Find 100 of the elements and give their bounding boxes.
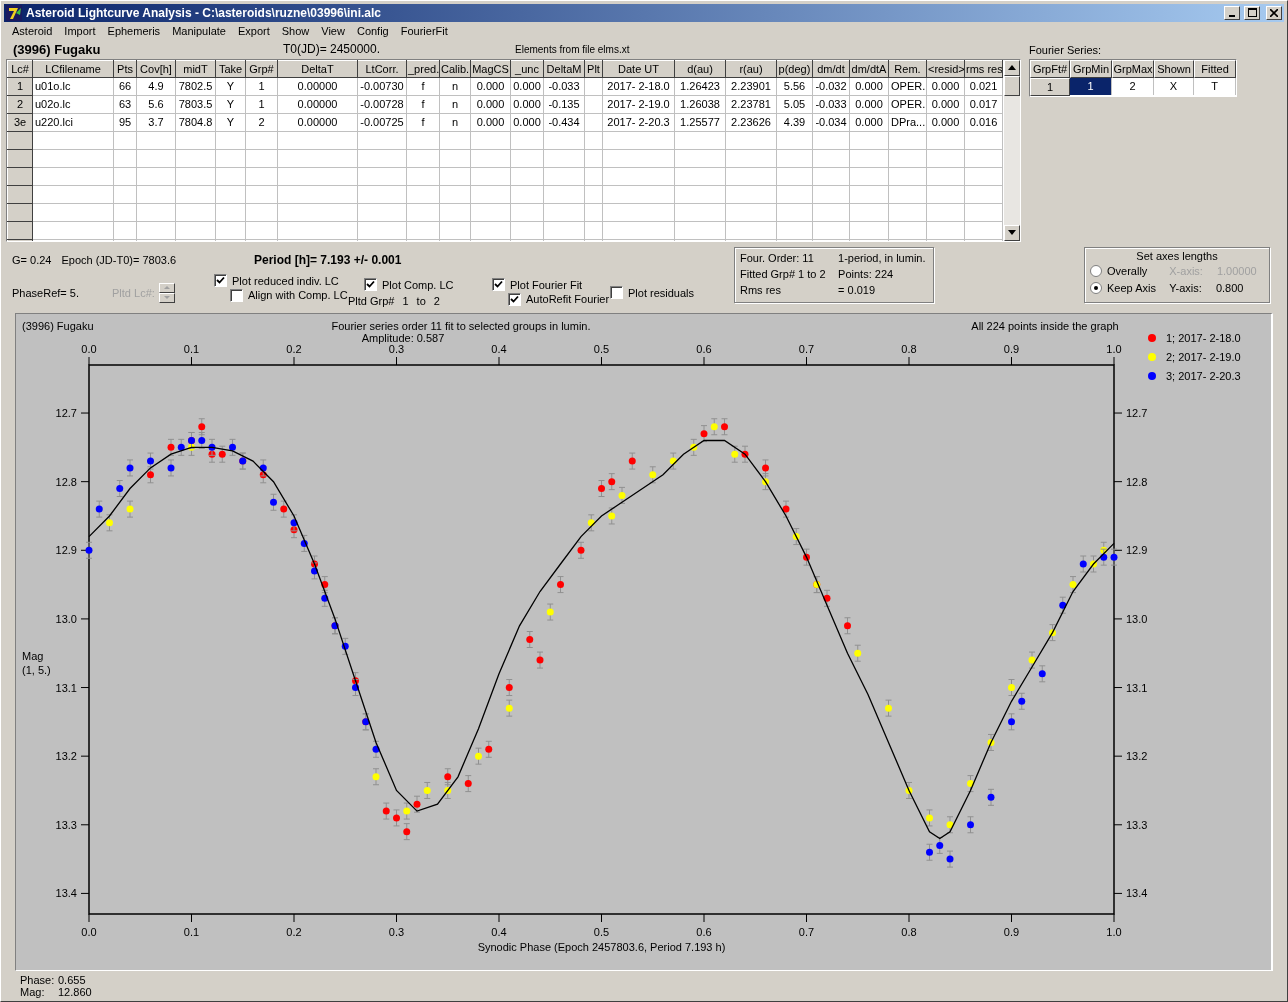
- tick-label: 13.3: [1126, 818, 1148, 831]
- tick-label: 0.8: [901, 925, 917, 938]
- phase-ref: PhaseRef= 5.: [12, 286, 80, 299]
- checkbox-label: Align with Comp. LC: [248, 289, 348, 301]
- tick-label: 13.3: [55, 818, 77, 831]
- tick-label: 13.1: [55, 681, 77, 694]
- table-cell: -0.033: [812, 95, 850, 113]
- tick-label: 13.1: [1126, 681, 1148, 694]
- table-cell: -0.434: [543, 113, 585, 131]
- table-cell: 0.000: [849, 113, 889, 131]
- fit-info-text: Rms res: [740, 282, 782, 298]
- fit-info-text: Points: 224: [838, 266, 895, 282]
- table-cell: -0.032: [812, 77, 850, 95]
- table-cell: 7804.8: [175, 113, 216, 131]
- table-cell: 66: [113, 77, 137, 95]
- pltd-grp-to-label: to: [416, 294, 426, 307]
- tick-label: 0.3: [388, 342, 405, 355]
- table-cell: 2017- 2-19.0: [602, 95, 675, 113]
- tick-label: 0.2: [286, 342, 302, 355]
- tick-label: 12.7: [1126, 406, 1148, 419]
- table-cell: 2017- 2-20.3: [602, 113, 675, 131]
- tick-label: 12.9: [1126, 543, 1148, 556]
- object-title: (3996) Fugaku: [13, 41, 102, 57]
- checkbox-label: Plot reduced indiv. LC: [232, 274, 339, 287]
- table-cell: 2.23901: [725, 77, 777, 95]
- tick-label: 12.9: [55, 543, 77, 556]
- object-name: (3996) Fugaku: [22, 319, 94, 332]
- table-cell: 7802.5: [175, 77, 216, 95]
- fit-info-text: 1-period, in lumin.: [838, 250, 927, 266]
- y-axis-note: (1, 5.): [22, 663, 51, 676]
- tick-label: 12.7: [55, 406, 77, 419]
- table-cell: 0.000: [849, 95, 889, 113]
- points-note: All 224 points inside the graph: [971, 319, 1119, 332]
- table-cell: u01o.lc: [32, 77, 114, 95]
- tick-label: 0.5: [593, 342, 610, 355]
- tick-label: 12.8: [55, 475, 77, 488]
- tick-label: 1.0: [1106, 925, 1122, 938]
- table-cell: u220.lci: [32, 113, 114, 131]
- table-cell: OPER.: [888, 95, 927, 113]
- table-cell: OPER.: [888, 77, 927, 95]
- table-cell: 0.000: [926, 113, 965, 131]
- tick-label: 13.4: [1126, 886, 1148, 899]
- radio-label: Keep Axis: [1107, 281, 1156, 294]
- tick-label: 1.0: [1106, 342, 1122, 355]
- tick-label: 0.4: [491, 342, 507, 355]
- table-cell: 5.6: [136, 95, 176, 113]
- fit-info-text: = 0.019: [838, 282, 877, 298]
- fit-info-text: Fitted Grp# 1 to 2: [740, 266, 827, 282]
- table-cell: n: [439, 95, 471, 113]
- table-cell: 63: [113, 95, 137, 113]
- table-cell: 1.25577: [674, 113, 726, 131]
- table-cell: 1.26423: [674, 77, 726, 95]
- table-cell: n: [439, 113, 471, 131]
- tick-label: 0.8: [901, 342, 917, 355]
- table-cell: 2.23626: [725, 113, 777, 131]
- tick-label: 0.1: [183, 925, 200, 938]
- table-cell: 0.021: [964, 77, 1003, 95]
- table-cell: 3.7: [136, 113, 176, 131]
- table-cell: f: [406, 77, 440, 95]
- table-cell: 0.000: [510, 95, 544, 113]
- checkbox-label: Plot Comp. LC: [382, 278, 454, 291]
- window-title: Asteroid Lightcurve Analysis - C:\asteroids\ruzne\03996\ini.alc: [26, 5, 382, 20]
- status-value: 12.860: [58, 986, 93, 998]
- table-cell: 0.00000: [277, 77, 358, 95]
- table-cell: 0.000: [470, 77, 511, 95]
- table-cell: 1.26038: [674, 95, 726, 113]
- period-value: Period [h]= 7.193 +/- 0.001: [254, 252, 402, 267]
- table-cell: DPra...: [888, 113, 927, 131]
- tick-label: 0.2: [286, 925, 302, 938]
- table-cell: -0.00728: [357, 95, 407, 113]
- tick-label: 0.7: [798, 925, 815, 938]
- status-value: 0.655: [58, 974, 87, 986]
- table-cell: 0.000: [470, 113, 511, 131]
- elements-source: Elements from file elms.xt: [515, 43, 630, 55]
- tick-label: 0.5: [593, 925, 610, 938]
- pltd-grp-label: Pltd Grp#: [348, 294, 395, 307]
- table-cell: 2017- 2-18.0: [602, 77, 675, 95]
- y-axis-label: Y-axis:: [1169, 281, 1202, 294]
- tick-label: 13.0: [1126, 612, 1148, 625]
- tick-label: 0.0: [81, 925, 97, 938]
- table-cell: 95: [113, 113, 137, 131]
- tick-label: 0.9: [1003, 925, 1020, 938]
- table-cell: 4.39: [776, 113, 813, 131]
- table-cell: Y: [215, 113, 246, 131]
- table-cell: 4.9: [136, 77, 176, 95]
- fourier-series-label: Fourier Series:: [1029, 43, 1103, 58]
- table-cell: f: [406, 95, 440, 113]
- tick-label: 0.9: [1003, 342, 1020, 355]
- table-cell: 2: [245, 113, 278, 131]
- table-cell: 1: [245, 77, 278, 95]
- tick-label: 13.4: [55, 886, 77, 899]
- tick-label: 13.2: [55, 749, 77, 762]
- radio-label: Overally: [1107, 264, 1148, 277]
- tick-label: 0.3: [388, 925, 405, 938]
- table-cell: 5.56: [776, 77, 813, 95]
- table-cell: -0.033: [543, 77, 585, 95]
- axes-title: Set axes lengths: [1135, 249, 1219, 262]
- t0-text: T0(JD)= 2450000.: [283, 42, 382, 56]
- y-axis-value: 0.800: [1215, 281, 1244, 294]
- status-label: Mag:: [20, 986, 46, 998]
